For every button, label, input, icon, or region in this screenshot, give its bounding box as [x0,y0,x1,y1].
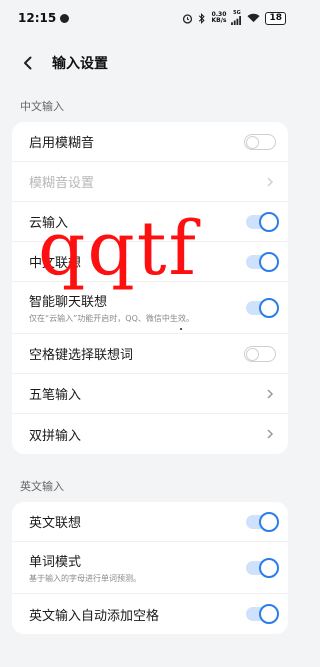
row-label: 五笔输入 [29,388,82,403]
row-smart-chat[interactable]: 智能聊天联想 仅在“云输入”功能开启时，QQ、微信中生效。 [12,282,288,334]
chevron-right-icon [267,388,274,399]
word-mode-toggle[interactable] [246,557,279,578]
card-english-input: 英文联想 单词模式 基于输入的字母进行单词预测。 英文输入自动添加空格 [12,502,288,634]
status-left: 12:15 [18,11,70,25]
row-description: 仅在“云输入”功能开启时，QQ、微信中生效。 [29,314,194,323]
row-label: 智能聊天联想 [29,295,108,310]
back-button[interactable] [18,53,38,73]
chevron-right-icon [267,429,274,439]
row-label: 双拼输入 [29,428,82,444]
row-fuzzy-pinyin[interactable]: 启用模糊音 [12,122,288,162]
auto-space-toggle[interactable] [246,604,279,624]
row-text: 单词模式 基于输入的字母进行单词预测。 [29,551,141,584]
row-label: 中文联想 [29,256,82,271]
row-shuangpin[interactable]: 双拼输入 [12,414,288,454]
cell-signal: 5G [231,11,242,25]
row-label: 空格键选择联想词 [29,348,134,363]
page-title: 输入设置 [52,56,108,72]
row-label: 模糊音设置 [29,176,95,191]
row-fuzzy-settings: 模糊音设置 [12,162,288,202]
smart-chat-toggle[interactable] [246,297,279,318]
row-auto-space[interactable]: 英文输入自动添加空格 [12,594,288,634]
row-description: 基于输入的字母进行单词预测。 [29,574,141,583]
header: 输入设置 [0,36,300,90]
english-association-toggle[interactable] [246,511,279,532]
chevron-left-icon [24,56,32,70]
alarm-icon [183,13,193,24]
row-english-association[interactable]: 英文联想 [12,502,288,542]
cloud-input-toggle[interactable] [246,211,279,232]
row-space-select[interactable]: 空格键选择联想词 [12,334,288,374]
row-label: 英文输入自动添加空格 [29,608,160,624]
row-label: 英文联想 [29,516,82,531]
cell-signal-icon [231,16,242,25]
row-wubi[interactable]: 五笔输入 [12,374,288,414]
card-chinese-input: 启用模糊音 模糊音设置 云输入 中文联想 智能聊天联想 仅在“云输入”功能开启时… [12,122,288,454]
fuzzy-pinyin-toggle[interactable] [244,133,276,150]
row-chinese-association[interactable]: 中文联想 [12,242,288,282]
battery-indicator: 18 [265,11,286,25]
row-label: 单词模式 [29,555,82,570]
row-cloud-input[interactable]: 云输入 [12,202,288,242]
row-label: 启用模糊音 [29,136,95,151]
status-bar: 12:15 0.30 KB/s 5G 18 [0,0,300,36]
section-title-english: 英文输入 [20,480,64,493]
battery-level: 18 [269,13,282,23]
row-label: 云输入 [29,216,69,231]
section-title-chinese: 中文输入 [20,100,64,113]
stray-dot [180,328,182,330]
status-right: 0.30 KB/s 5G 18 [182,11,286,25]
status-time: 12:15 [18,11,57,25]
message-notification-icon [60,13,70,23]
space-select-toggle[interactable] [244,345,276,362]
row-text: 智能聊天联想 仅在“云输入”功能开启时，QQ、微信中生效。 [29,291,194,324]
network-speed: 0.30 KB/s [211,12,226,24]
wifi-icon [247,13,261,23]
bluetooth-icon [199,12,206,24]
chevron-right-icon [267,176,274,187]
row-word-mode[interactable]: 单词模式 基于输入的字母进行单词预测。 [12,542,288,594]
network-speed-unit: KB/s [211,17,227,24]
chinese-association-toggle[interactable] [246,251,279,272]
